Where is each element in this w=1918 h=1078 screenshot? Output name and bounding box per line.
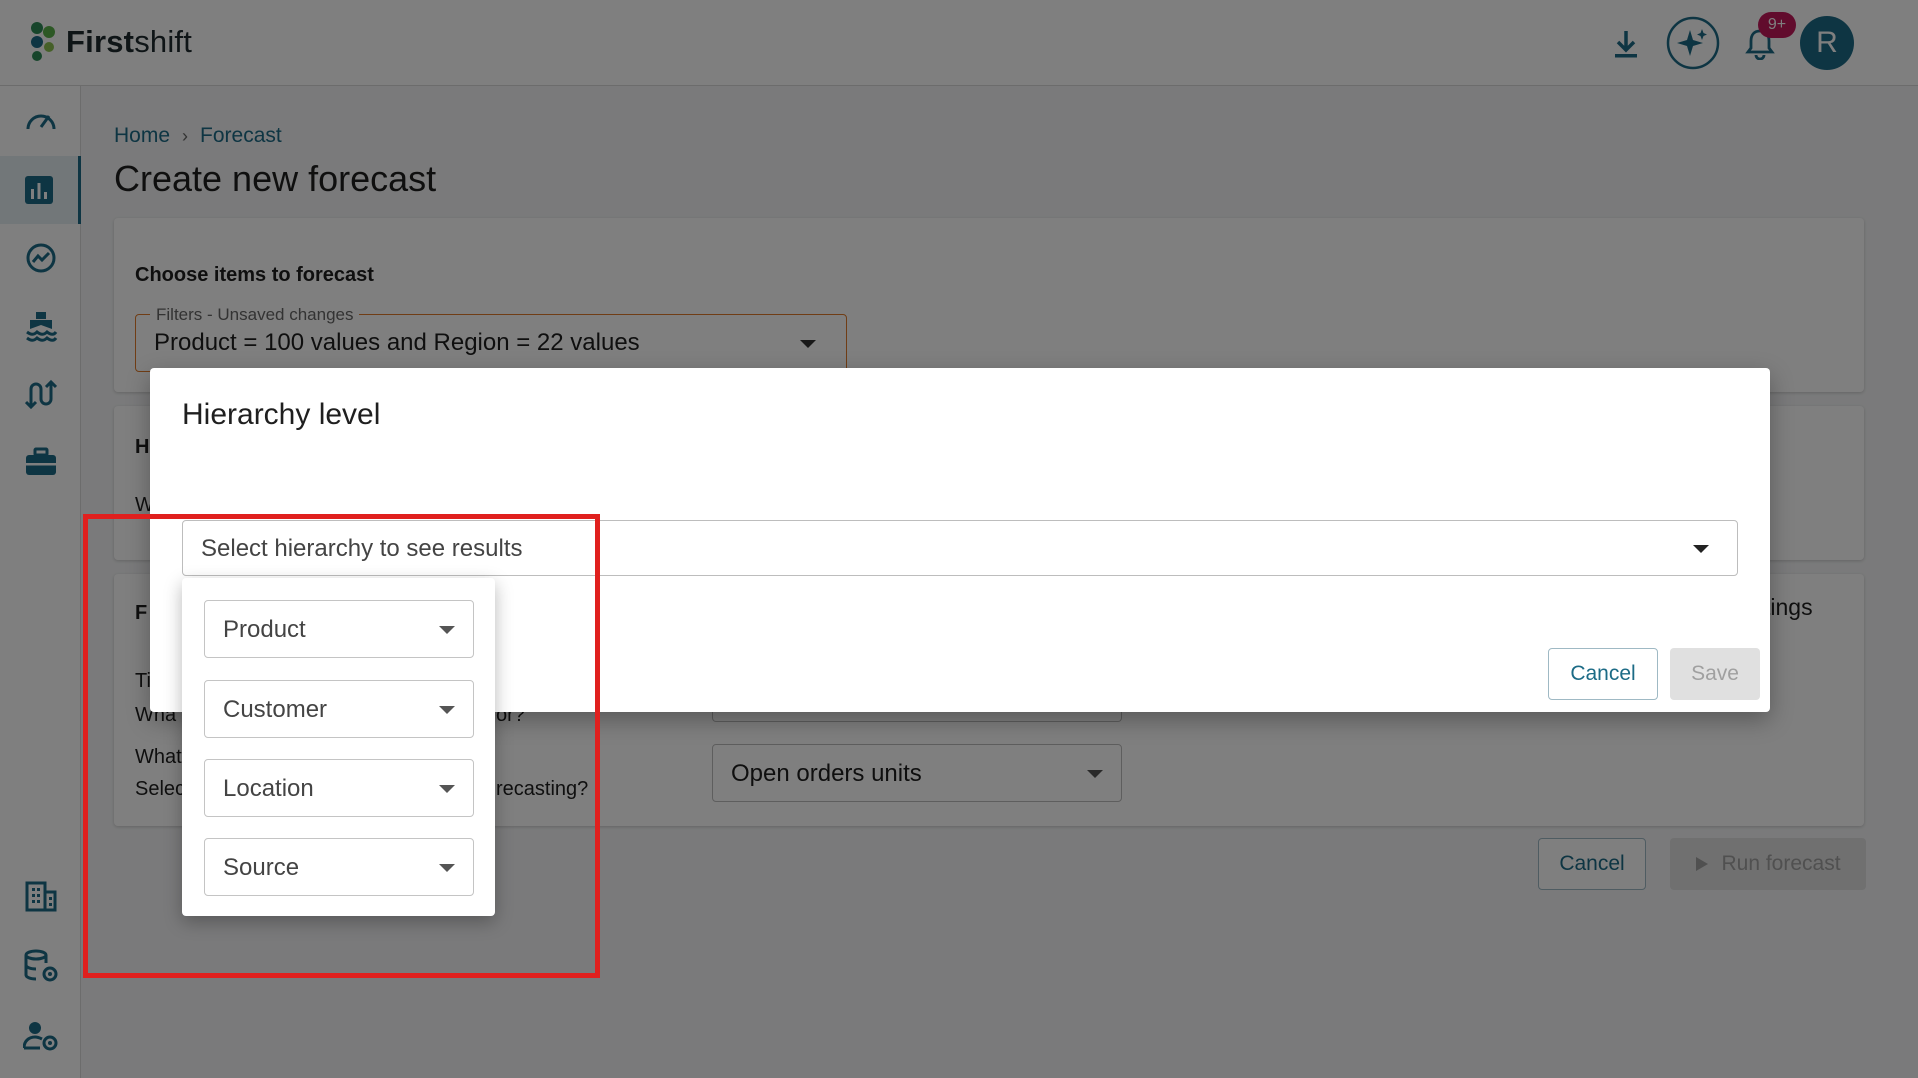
dialog-title: Hierarchy level <box>182 398 381 431</box>
chevron-down-icon <box>1693 545 1709 553</box>
dialog-save-button[interactable]: Save <box>1670 648 1760 700</box>
dialog-cancel-button[interactable]: Cancel <box>1548 648 1658 700</box>
highlight-box <box>83 514 600 978</box>
